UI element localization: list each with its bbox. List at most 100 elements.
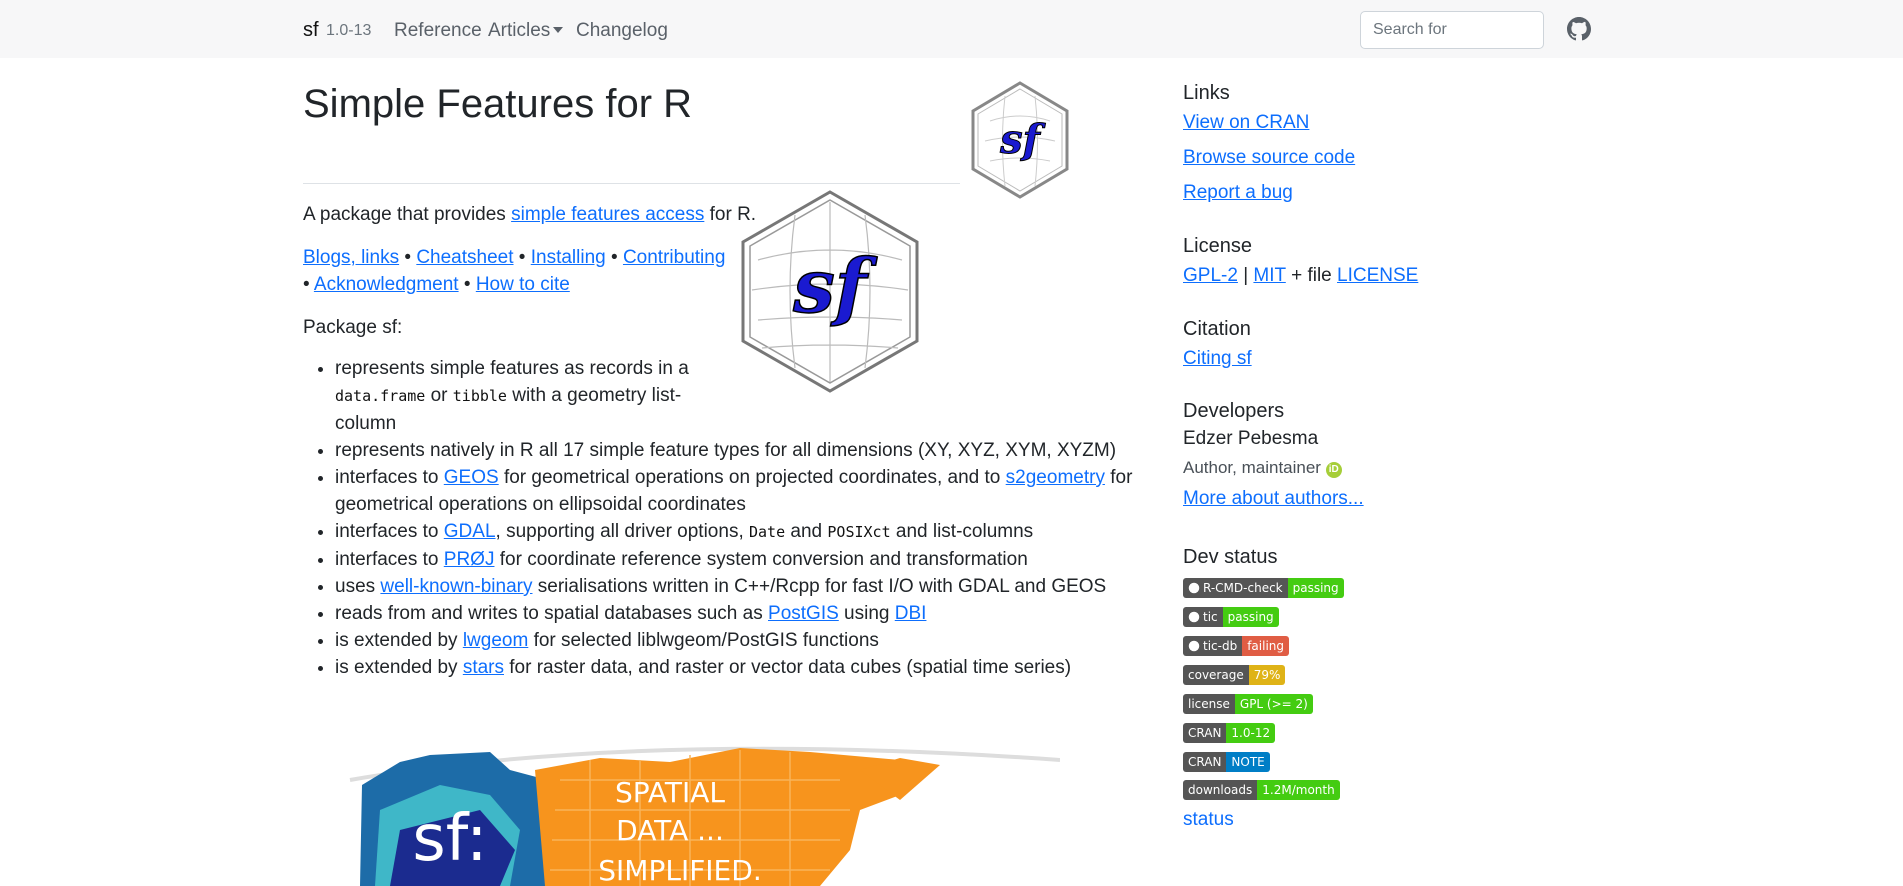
badge-label: downloads [1183,780,1258,800]
badge-label-text: tic [1203,610,1218,624]
feature-text: represents simple features as records in… [335,358,689,379]
bullet-separator: • [404,247,412,268]
feature-text: for coordinate reference system conversi… [494,549,1028,570]
badge-value: failing [1242,636,1290,656]
feature-link[interactable]: GDAL [444,521,496,542]
svg-text:sf: sf [999,116,1046,163]
svg-text:DATA ...: DATA ... [616,814,724,847]
license-sep: | [1243,265,1249,286]
svg-text:sf: sf [792,244,878,330]
inline-code: Date [749,523,786,541]
orcid-icon[interactable]: iD [1325,462,1342,478]
how-to-cite-link[interactable]: How to cite [476,274,570,295]
citation-heading: Citation [1183,318,1251,340]
badge-value: 1.2M/month [1257,780,1340,800]
citing-sf-link[interactable]: Citing sf [1183,348,1252,369]
status-badge[interactable]: license GPL (>= 2) [1183,694,1313,714]
badge-label-text: license [1188,697,1230,711]
browse-source-link[interactable]: Browse source code [1183,147,1355,168]
badge-label: CRAN [1183,723,1227,743]
license-file-link[interactable]: LICENSE [1337,265,1418,286]
installing-link[interactable]: Installing [531,247,606,268]
status-badge[interactable]: coverage 79% [1183,665,1286,685]
feature-text: for selected liblwgeom/PostGIS functions [528,630,879,651]
quick-links: Blogs, links • Cheatsheet • Installing •… [303,244,733,298]
nav-changelog[interactable]: Changelog [576,20,668,42]
badge-label-text: CRAN [1188,726,1222,740]
feature-text: interfaces to [335,549,444,570]
feature-link[interactable]: well-known-binary [380,576,532,597]
page-title: Simple Features for R [303,82,693,126]
bullet-separator: • [611,247,618,268]
feature-text: is extended by [335,630,463,651]
badge-value: 1.0-12 [1226,723,1276,743]
badge-label-text: downloads [1188,783,1253,797]
feature-link[interactable]: lwgeom [463,630,528,651]
feature-item: interfaces to PRØJ for coordinate refere… [335,546,1135,573]
simple-features-access-link[interactable]: simple features access [511,204,704,225]
view-on-cran-link[interactable]: View on CRAN [1183,112,1309,133]
developer-name: Edzer Pebesma [1183,428,1319,449]
feature-item: is extended by lwgeom for selected liblw… [335,627,1135,654]
dev-status-heading: Dev status [1183,546,1278,568]
sidebar-license-section: License GPL-2 | MIT + file LICENSE [1183,235,1418,293]
feature-text: using [838,603,895,624]
contributing-link[interactable]: Contributing [623,247,725,268]
title-divider [303,183,960,184]
status-link[interactable]: status [1183,809,1234,831]
package-label: Package sf: [303,317,403,338]
badge-value: NOTE [1226,752,1270,772]
status-badge[interactable]: CRAN NOTE [1183,752,1270,772]
badge-label-text: R-CMD-check [1203,581,1283,595]
report-bug-link[interactable]: Report a bug [1183,182,1293,203]
status-badge[interactable]: tic-db failing [1183,636,1290,656]
intro-paragraph: A package that provides simple features … [303,201,756,228]
inline-code: data.frame [335,387,426,405]
feature-text: , supporting all driver options, [495,521,749,542]
feature-item: uses well-known-binary serialisations wr… [335,573,1135,600]
mit-link[interactable]: MIT [1253,265,1285,286]
feature-text: interfaces to [335,521,444,542]
feature-text: and list-columns [890,521,1034,542]
badge-label: tic [1183,607,1223,627]
feature-item: interfaces to GEOS for geometrical opera… [335,464,1135,518]
inline-code: tibble [452,387,507,405]
acknowledgment-link[interactable]: Acknowledgment [314,274,459,295]
status-badge[interactable]: downloads 1.2M/month [1183,780,1340,800]
feature-link[interactable]: s2geometry [1006,467,1105,488]
gpl2-link[interactable]: GPL-2 [1183,265,1238,286]
github-icon [1188,611,1200,623]
feature-link[interactable]: DBI [895,603,927,624]
blogs-links-link[interactable]: Blogs, links [303,247,399,268]
nav-reference[interactable]: Reference [394,20,482,42]
version-label: 1.0-13 [326,22,372,39]
badge-value: GPL (>= 2) [1234,694,1313,714]
cheatsheet-link[interactable]: Cheatsheet [416,247,513,268]
inline-code: POSIXct [827,523,891,541]
github-icon [1188,640,1200,652]
feature-list: represents simple features as records in… [303,355,1135,681]
search-input[interactable] [1360,11,1544,49]
caret-down-icon [553,27,564,33]
feature-link[interactable]: stars [463,657,504,678]
status-badge[interactable]: R-CMD-check passing [1183,578,1344,598]
nav-articles[interactable]: Articles [488,20,564,42]
status-badge[interactable]: tic passing [1183,607,1279,627]
brand-name[interactable]: sf [303,19,319,42]
license-heading: License [1183,235,1252,257]
github-icon[interactable] [1567,17,1591,41]
more-authors-link[interactable]: More about authors... [1183,488,1364,509]
feature-link[interactable]: PRØJ [444,549,495,570]
badge-label-text: tic-db [1203,639,1238,653]
feature-text: interfaces to [335,467,444,488]
feature-item: interfaces to GDAL, supporting all drive… [335,518,1135,546]
developers-heading: Developers [1183,400,1285,422]
sidebar-dev-status-section: Dev status [1183,546,1277,569]
badge-label: CRAN [1183,752,1227,772]
svg-text:SPATIAL: SPATIAL [615,776,725,809]
feature-link[interactable]: GEOS [444,467,499,488]
status-badge[interactable]: CRAN 1.0-12 [1183,723,1276,743]
feature-text: serialisations written in C++/Rcpp for f… [532,576,1107,597]
feature-link[interactable]: PostGIS [768,603,839,624]
feature-item: represents simple features as records in… [335,355,695,437]
